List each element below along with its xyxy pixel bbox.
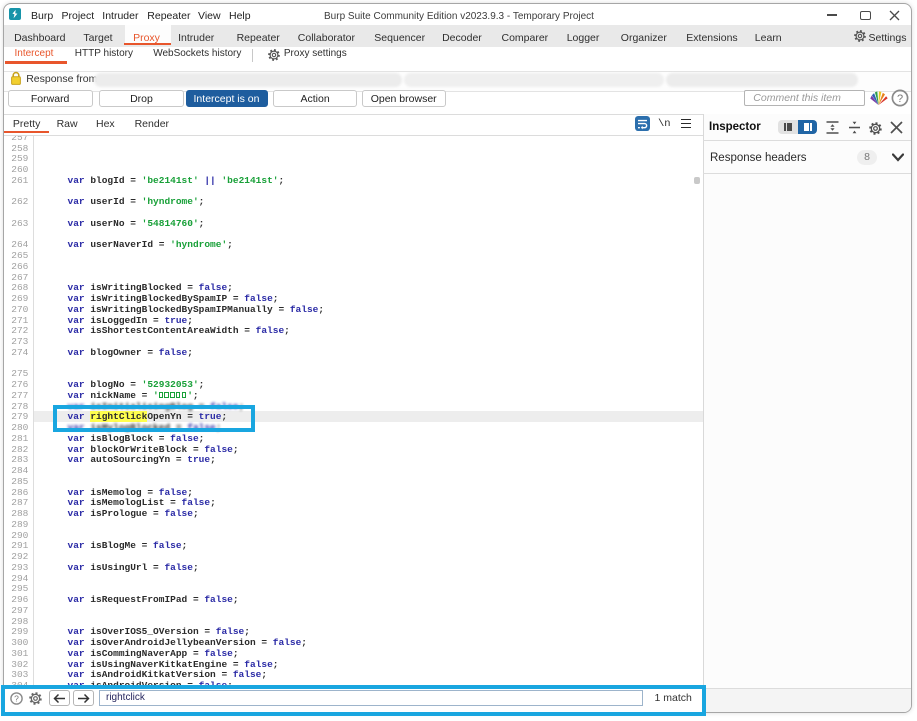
svg-text:?: ? xyxy=(896,92,902,104)
svg-text:?: ? xyxy=(14,693,19,703)
